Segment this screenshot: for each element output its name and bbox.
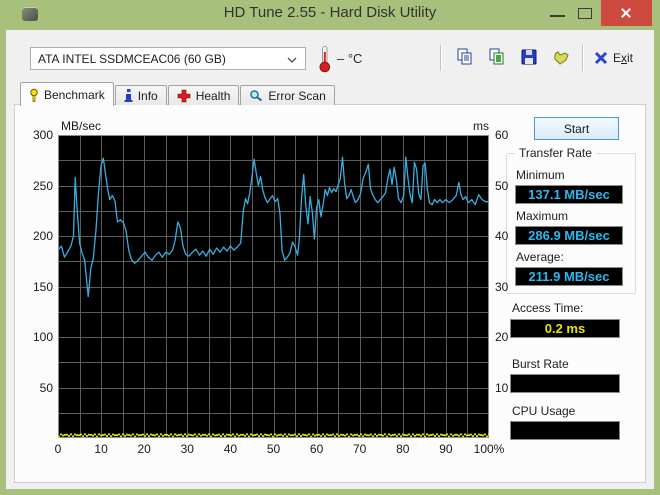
x-axis-tick-label: 80 [396, 442, 410, 456]
toolbar-separator [440, 45, 441, 71]
tab-label: Info [137, 88, 158, 103]
x-axis-tick-label: 0 [54, 442, 62, 456]
cpu-usage-label: CPU Usage [512, 404, 576, 418]
tab-benchmark[interactable]: Benchmark [20, 82, 114, 106]
tab-label: Health [195, 88, 231, 103]
x-axis-tick-label: 90 [439, 442, 453, 456]
transfer-rate-groupbox: Transfer Rate Minimum 137.1 MB/sec Maxim… [506, 146, 636, 294]
y-axis-right-tick-label: 50 [495, 178, 509, 193]
average-label: Average: [516, 250, 564, 264]
tab-label: Benchmark [44, 87, 105, 102]
x-axis-tick-label: 20 [137, 442, 151, 456]
y-axis-left-tick-label: 150 [32, 279, 53, 294]
cpu-usage-value: 8.6% [510, 421, 620, 440]
tab-health[interactable]: Health [167, 85, 240, 105]
x-axis-tick-label: 30 [180, 442, 194, 456]
y-axis-right-tick-label: 60 [495, 128, 509, 142]
benchmark-panel: MB/sec ms Start Transfer Rate Minimum 13… [14, 104, 646, 483]
y-axis-right-tick-label: 30 [495, 279, 509, 294]
exit-button[interactable]: Exit [594, 45, 633, 71]
window-titlebar: HD Tune 2.55 - Hard Disk Utility [0, 0, 660, 30]
help-button[interactable] [548, 45, 574, 71]
burst-rate-label: Burst Rate [512, 357, 569, 371]
x-axis-tick-label: 100% [473, 442, 505, 456]
x-axis-tick-label: 60 [309, 442, 324, 456]
copy-screenshot-icon [489, 48, 504, 64]
y-axis-left-tick-label: 300 [32, 128, 53, 142]
drive-select-value: ATA INTEL SSDMCEAC06 (60 GB) [38, 52, 226, 66]
chevron-down-icon [287, 57, 297, 63]
temperature-icon [319, 46, 331, 73]
info-icon [124, 89, 133, 102]
x-axis-tick-label: 40 [223, 442, 238, 456]
benchmark-chart [58, 135, 489, 438]
x-axis-tick-label: 70 [353, 442, 367, 456]
tab-strip: Benchmark Info Health Error Scan [20, 81, 336, 106]
window-content: ATA INTEL SSDMCEAC06 (60 GB) – °C Exit B… [6, 30, 654, 489]
drive-select[interactable]: ATA INTEL SSDMCEAC06 (60 GB) [30, 47, 306, 70]
help-hand-icon [554, 50, 569, 65]
toolbar-separator [582, 45, 583, 71]
access-time-value: 0.2 ms [510, 319, 620, 338]
tab-error-scan[interactable]: Error Scan [240, 85, 335, 105]
average-value: 211.9 MB/sec [515, 267, 623, 286]
benchmark-icon [30, 88, 38, 102]
save-icon [521, 49, 537, 64]
maximum-value: 286.9 MB/sec [515, 226, 623, 245]
hd-tune-window: { "window": { "title": "HD Tune 2.55 - H… [0, 0, 660, 495]
close-button[interactable] [601, 0, 652, 26]
temperature-value: – °C [337, 51, 363, 66]
y-axis-right-tick-label: 20 [495, 330, 509, 344]
burst-rate-value: 138.7 MB/sec [510, 374, 620, 393]
health-cross-icon [177, 89, 191, 102]
x-axis-tick-label: 10 [94, 442, 108, 456]
y-axis-left-tick-label: 100 [32, 330, 53, 344]
exit-label: Exit [613, 51, 634, 65]
save-button[interactable] [516, 45, 542, 71]
y-axis-right-tick-label: 40 [495, 229, 509, 243]
transfer-rate-title: Transfer Rate [515, 146, 596, 160]
minimum-value: 137.1 MB/sec [515, 185, 623, 204]
minimize-button[interactable] [546, 0, 570, 26]
copy-icon [457, 48, 472, 64]
start-button[interactable]: Start [534, 117, 619, 140]
x-axis-tick-label: 50 [266, 442, 281, 456]
maximum-label: Maximum [516, 209, 569, 223]
tab-label: Error Scan [268, 88, 326, 103]
copy-screenshot-button[interactable] [484, 45, 510, 71]
y-axis-right-tick-label: 10 [495, 380, 509, 395]
minimum-label: Minimum [516, 168, 565, 182]
left-axis-unit-label: MB/sec [61, 119, 102, 133]
y-axis-left-tick-label: 200 [32, 229, 53, 243]
copy-to-clipboard-button[interactable] [452, 45, 478, 71]
access-time-label: Access Time: [512, 301, 584, 315]
tab-info[interactable]: Info [114, 85, 167, 105]
magnifier-icon [250, 90, 263, 102]
right-axis-unit-label: ms [473, 119, 489, 133]
y-axis-left-tick-label: 50 [39, 380, 53, 395]
y-axis-left-tick-label: 250 [32, 178, 53, 193]
exit-x-icon [594, 51, 608, 65]
maximize-button[interactable] [574, 0, 596, 26]
